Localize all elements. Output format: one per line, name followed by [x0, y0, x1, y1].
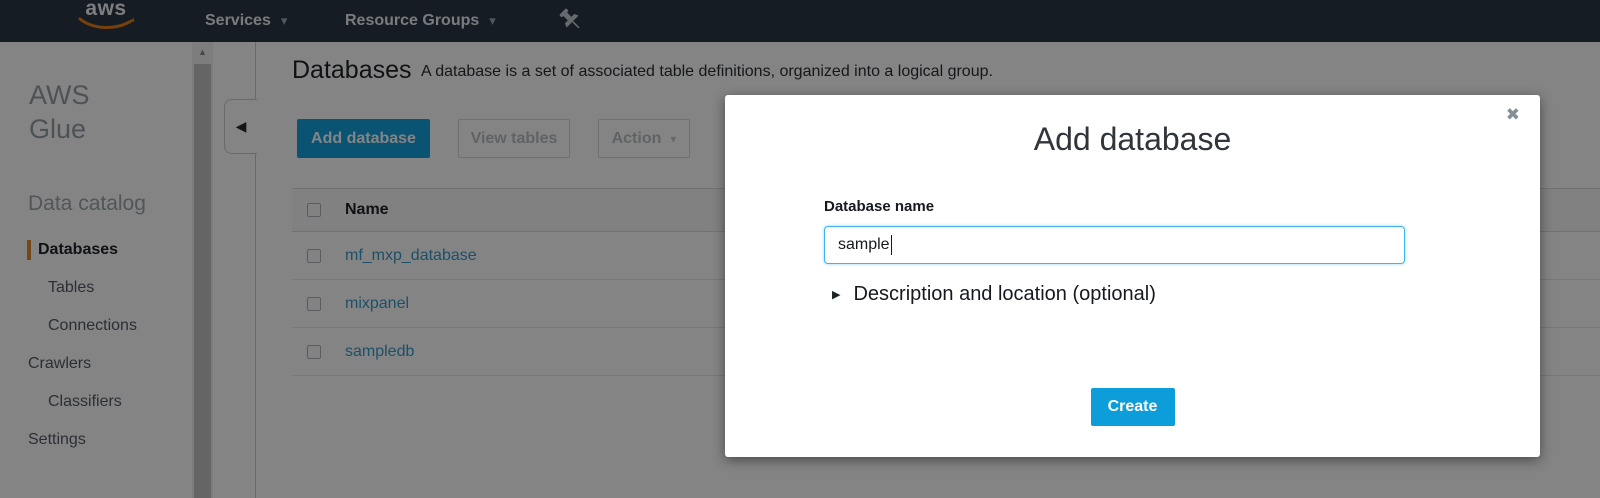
disclosure-label: Description and location (optional): [853, 283, 1155, 306]
description-location-toggle[interactable]: ▶ Description and location (optional): [832, 283, 1156, 306]
disclosure-triangle-icon: ▶: [832, 288, 840, 301]
text-cursor: [891, 235, 892, 255]
modal-title: Add database: [725, 121, 1540, 158]
database-name-input[interactable]: sample: [824, 226, 1405, 264]
create-button[interactable]: Create: [1091, 388, 1175, 426]
add-database-modal: ✖ Add database Database name sample ▶ De…: [725, 95, 1540, 457]
database-name-label: Database name: [824, 198, 934, 215]
database-name-value: sample: [838, 236, 890, 254]
